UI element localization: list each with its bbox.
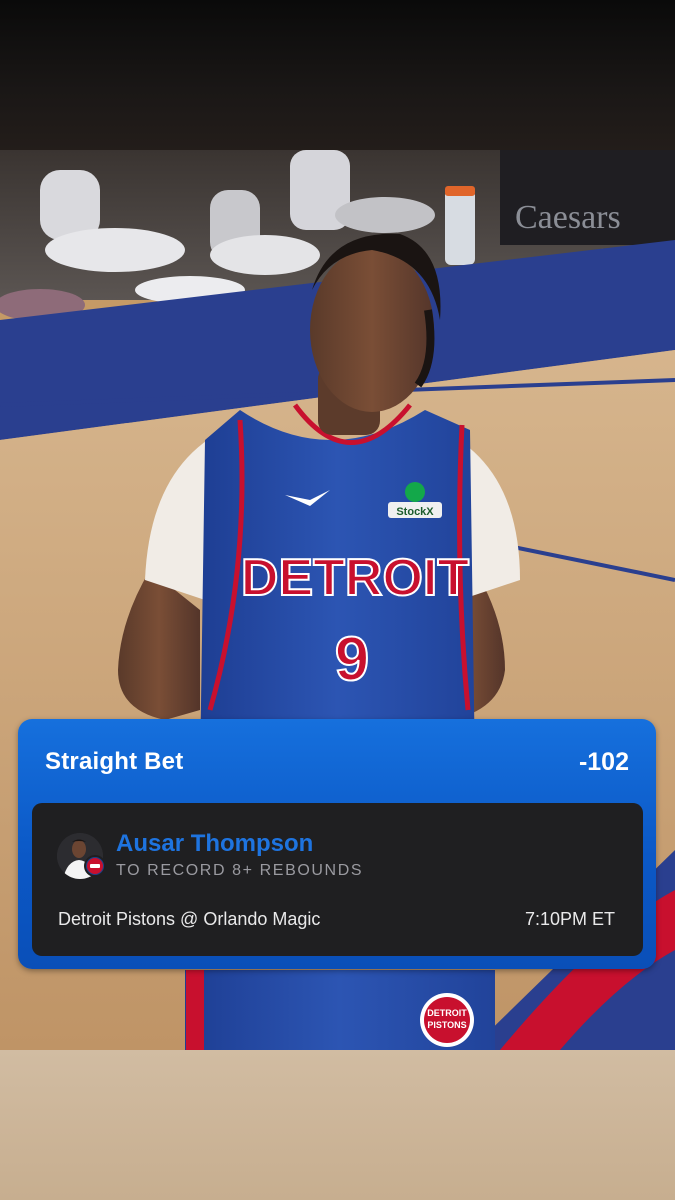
shorts-trim [186,970,204,1050]
water-bottle [445,190,475,265]
jersey-number: 9 [335,625,369,694]
shorts-logo-text: DETROIT [427,1008,467,1018]
top-letterbox [0,0,675,150]
pick-panel[interactable]: Ausar Thompson TO RECORD 8+ REBOUNDS Det… [32,803,643,956]
shorts-logo-text: PISTONS [427,1020,466,1030]
stockx-icon [405,482,425,502]
bottle-cap [445,186,475,196]
bet-type-label: Straight Bet [45,748,184,775]
pistons-logo-icon [84,855,106,877]
sneaker [45,228,185,272]
sneaker [210,235,320,275]
bet-odds: -102 [578,748,629,776]
bottom-letterbox [0,1050,675,1200]
player-name[interactable]: Ausar Thompson [116,829,313,859]
bet-slip-card[interactable]: Straight Bet -102 Ausar Thompson TO RECO… [18,719,656,969]
head [310,248,434,412]
sneaker [335,197,435,233]
signage-text: Caesars [515,199,621,236]
game-time: 7:10PM ET [524,909,615,929]
jersey-text: DETROIT [241,549,469,607]
prop-description: TO RECORD 8+ REBOUNDS [116,862,364,879]
sponsor-patch-text: StockX [396,506,434,518]
game-matchup: Detroit Pistons @ Orlando Magic [58,909,321,929]
